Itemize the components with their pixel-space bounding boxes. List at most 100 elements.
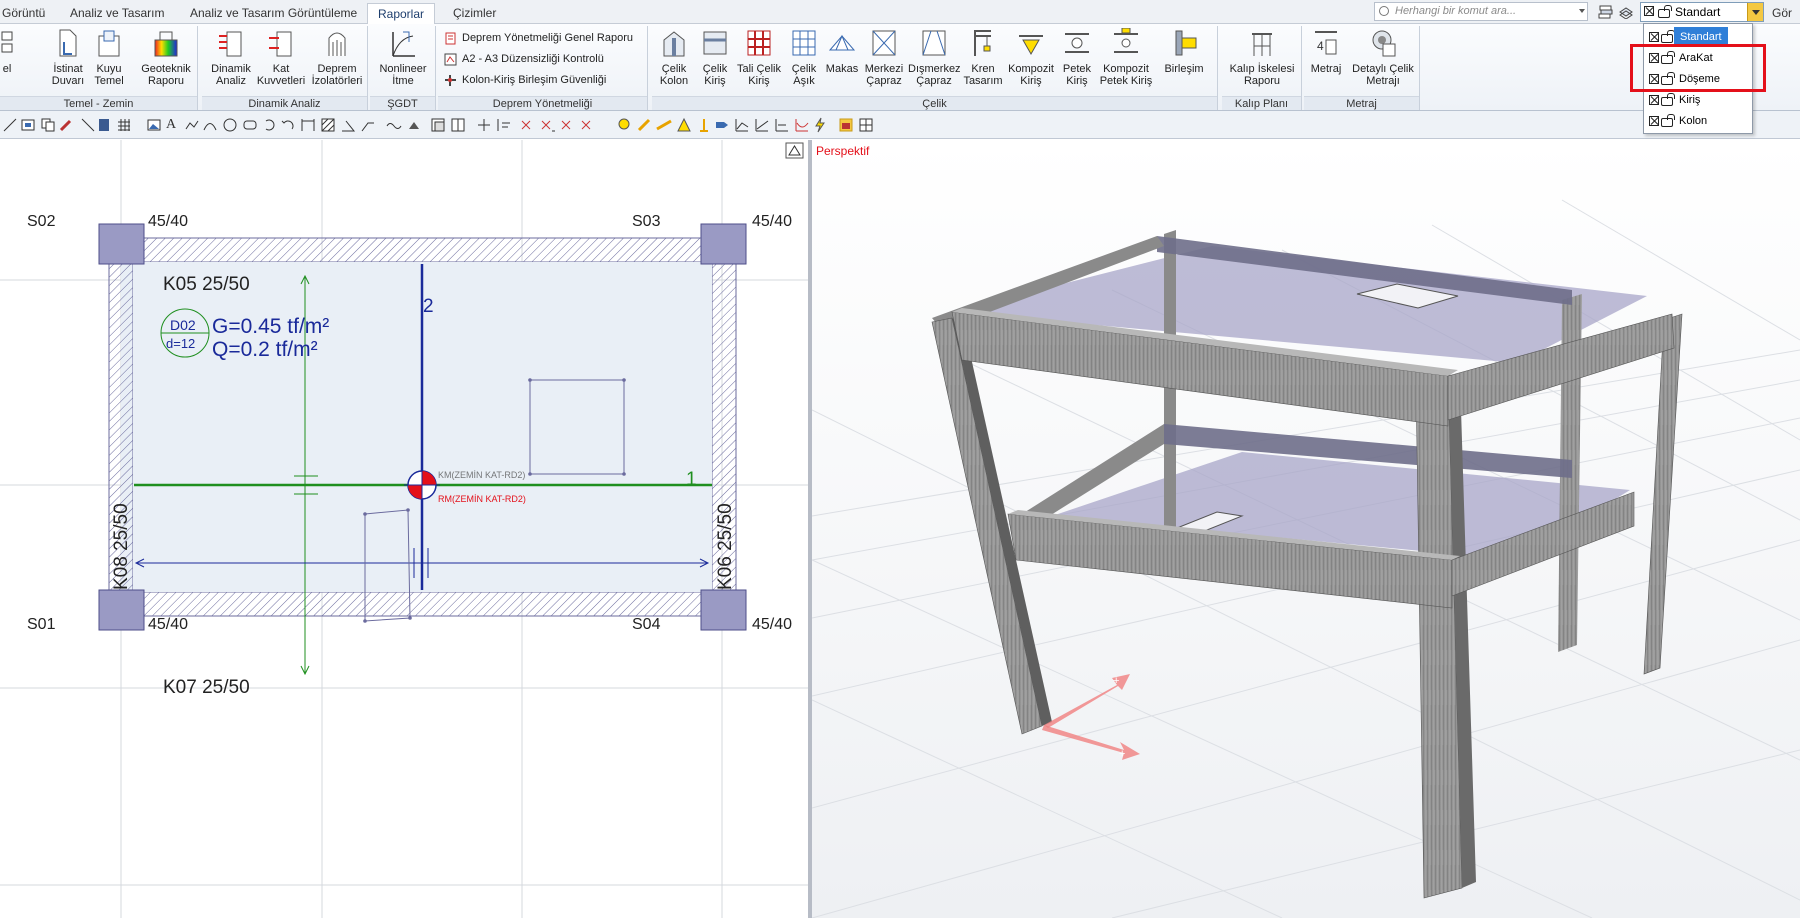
detayli-celik-metraji-button[interactable]: Detaylı Çelik Metrajı bbox=[1348, 28, 1418, 87]
column-s03[interactable] bbox=[700, 223, 747, 265]
grid-view-icon[interactable] bbox=[858, 117, 874, 133]
window-icon[interactable] bbox=[430, 117, 446, 133]
plan-drawing[interactable]: S02 45/40 S03 45/40 S01 45/40 S04 45/40 … bbox=[0, 140, 808, 918]
a2-a3-kontrolu-button[interactable]: A2 - A3 Düzensizliği Kontrolü bbox=[444, 50, 604, 68]
layer-option-kiris[interactable]: Kiriş bbox=[1644, 90, 1752, 110]
cloud-icon[interactable] bbox=[242, 117, 258, 133]
command-search-input[interactable]: Herhangi bir komut ara... bbox=[1374, 2, 1588, 21]
hatch-icon[interactable] bbox=[320, 117, 336, 133]
deprem-izolatorleri-button[interactable]: Deprem İzolatörleri bbox=[308, 28, 366, 87]
anchor-icon[interactable] bbox=[696, 117, 712, 133]
eccentric-brace-icon bbox=[922, 30, 946, 56]
pencil-icon[interactable] bbox=[636, 117, 652, 133]
kompozit-petek-kiris-button[interactable]: Kompozit Petek Kiriş bbox=[1096, 27, 1156, 87]
dismerkez-capraz-button[interactable]: Dışmerkez Çapraz bbox=[908, 28, 961, 87]
circle-icon[interactable] bbox=[222, 117, 238, 133]
tab-raporlar[interactable]: Raporlar bbox=[367, 3, 435, 24]
kalip-iskelesi-raporu-button[interactable]: Kalıp İskelesi Raporu bbox=[1224, 28, 1300, 87]
chart-icon[interactable] bbox=[734, 117, 750, 133]
axis-clear-all-icon[interactable] bbox=[580, 117, 596, 133]
makas-button[interactable]: Makas bbox=[824, 28, 860, 75]
istinat-duvari-button[interactable]: İstinat Duvarı bbox=[46, 28, 90, 87]
angle-dimension-icon[interactable] bbox=[340, 117, 356, 133]
elevation-icon[interactable] bbox=[406, 117, 422, 133]
svg-text:+: + bbox=[1119, 748, 1125, 760]
highlight-view-icon[interactable] bbox=[838, 117, 854, 133]
layer-option-kolon[interactable]: Kolon bbox=[1644, 111, 1752, 131]
undo-icon[interactable] bbox=[280, 117, 296, 133]
warning-icon[interactable] bbox=[676, 117, 692, 133]
deprem-genel-raporu-button[interactable]: Deprem Yönetmeliği Genel Raporu bbox=[444, 29, 633, 47]
beam-top[interactable] bbox=[120, 237, 710, 263]
layer-manager-icon[interactable] bbox=[1618, 4, 1634, 19]
metraj-button[interactable]: 4 Metraj bbox=[1306, 28, 1346, 75]
dinamik-analiz-button[interactable]: Dinamik Analiz bbox=[208, 28, 254, 87]
ruler-icon[interactable] bbox=[656, 117, 672, 133]
brush-icon[interactable] bbox=[58, 117, 74, 133]
el-button[interactable]: el bbox=[0, 28, 14, 75]
copy-icon[interactable] bbox=[40, 117, 56, 133]
celik-asik-button[interactable]: Çelik Aşık bbox=[786, 28, 822, 87]
chevron-down-icon[interactable] bbox=[1579, 9, 1585, 13]
birlesim-button[interactable]: Birleşim bbox=[1158, 28, 1210, 75]
rotate-icon[interactable] bbox=[262, 117, 278, 133]
tab-cizimler[interactable]: Çizimler bbox=[453, 3, 503, 24]
gor-label[interactable]: Gör bbox=[1772, 6, 1792, 20]
axis-x-icon[interactable] bbox=[520, 117, 536, 133]
column-right-back[interactable] bbox=[1643, 313, 1683, 675]
layers-icon[interactable] bbox=[1598, 4, 1614, 19]
layer-combo[interactable]: Standart bbox=[1640, 2, 1764, 22]
celik-kolon-button[interactable]: Çelik Kolon bbox=[654, 28, 694, 87]
image-icon[interactable] bbox=[146, 117, 162, 133]
wave-icon[interactable] bbox=[386, 117, 402, 133]
beam-label-bottom: K07 25/50 bbox=[163, 677, 250, 698]
grid-icon[interactable] bbox=[80, 117, 96, 133]
celik-kiris-button[interactable]: Çelik Kiriş bbox=[696, 28, 734, 87]
kuyu-temel-button[interactable]: Kuyu Temel bbox=[88, 28, 130, 87]
column-s02[interactable] bbox=[98, 223, 145, 265]
move-icon[interactable] bbox=[476, 117, 492, 133]
perspective-view[interactable]: + + Perspektif bbox=[812, 140, 1800, 918]
tab-analiz-tasarim-goruntuleme[interactable]: Analiz ve Tasarım Görüntüleme bbox=[190, 3, 370, 24]
axis-delete-icon[interactable] bbox=[540, 117, 556, 133]
kat-kuvvetleri-button[interactable]: Kat Kuvvetleri bbox=[256, 28, 306, 87]
petek-kiris-button[interactable]: Petek Kiriş bbox=[1058, 28, 1096, 87]
geoteknik-raporu-button[interactable]: Geoteknik Raporu bbox=[138, 28, 194, 87]
plan-view[interactable]: S02 45/40 S03 45/40 S01 45/40 S04 45/40 … bbox=[0, 140, 808, 918]
shear-icon[interactable] bbox=[774, 117, 790, 133]
deflection-icon[interactable] bbox=[794, 117, 810, 133]
tab-analiz-tasarim[interactable]: Analiz ve Tasarım bbox=[70, 3, 174, 24]
kolon-kiris-birlesim-button[interactable]: Kolon-Kiriş Birleşim Güvenliği bbox=[444, 71, 606, 89]
column-s01[interactable] bbox=[98, 589, 145, 631]
table-icon[interactable] bbox=[116, 117, 132, 133]
perspective-drawing[interactable]: + + bbox=[812, 140, 1800, 918]
beam-bottom[interactable] bbox=[120, 591, 710, 617]
crane-icon bbox=[974, 30, 991, 56]
leader-icon[interactable] bbox=[360, 117, 376, 133]
arc-icon[interactable] bbox=[202, 117, 218, 133]
column-s04[interactable] bbox=[700, 589, 747, 631]
draw-line-icon[interactable] bbox=[2, 117, 18, 133]
kren-tasarim-button[interactable]: Kren Tasarım bbox=[960, 28, 1006, 87]
light-bulb-icon[interactable] bbox=[616, 117, 632, 133]
layout-icon[interactable] bbox=[450, 117, 466, 133]
merkezi-capraz-button[interactable]: Merkezi Çapraz bbox=[862, 28, 906, 87]
text-icon[interactable]: A bbox=[166, 117, 182, 133]
axis-clear-icon[interactable] bbox=[560, 117, 576, 133]
tab-goruntu[interactable]: Görüntü bbox=[2, 3, 46, 24]
nonlineer-itme-button[interactable]: Nonlineer İtme bbox=[374, 28, 432, 87]
moment-icon[interactable] bbox=[754, 117, 770, 133]
kompozit-kiris-button[interactable]: Kompozit Kiriş bbox=[1006, 28, 1056, 87]
rectangle-select-icon[interactable] bbox=[20, 117, 36, 133]
combo-dropdown-button[interactable] bbox=[1747, 3, 1763, 21]
dimension-icon[interactable] bbox=[300, 117, 316, 133]
polyline-icon[interactable] bbox=[184, 117, 200, 133]
lock-icon bbox=[1661, 30, 1675, 43]
collapse-view-button[interactable] bbox=[785, 142, 804, 159]
align-icon[interactable] bbox=[496, 117, 512, 133]
tag-icon[interactable] bbox=[714, 117, 730, 133]
calculator-icon[interactable] bbox=[96, 117, 112, 133]
button-label: Kren bbox=[971, 63, 995, 75]
tali-celik-kiris-button[interactable]: Tali Çelik Kiriş bbox=[734, 28, 784, 87]
lightning-icon[interactable] bbox=[812, 117, 828, 133]
